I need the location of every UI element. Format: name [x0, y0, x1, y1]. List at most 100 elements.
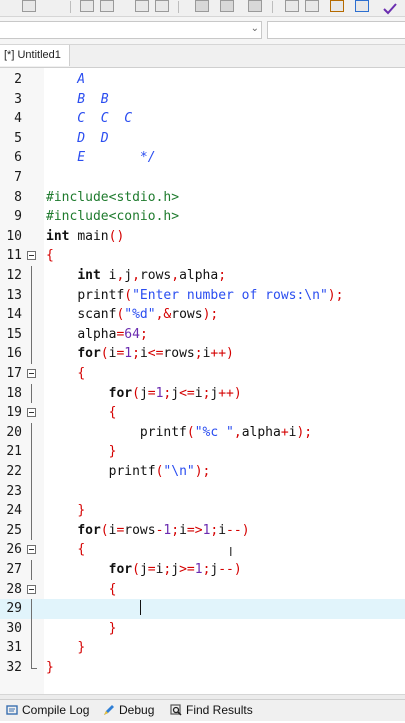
code-text: {	[108, 581, 117, 597]
code-line[interactable]: 11 {	[0, 246, 405, 266]
line-number: 22	[6, 464, 22, 479]
code-line[interactable]: 17 {	[0, 364, 405, 384]
code-line[interactable]: 5 D D	[0, 129, 405, 149]
fold-guide	[31, 462, 32, 482]
code-line[interactable]: 22 printf("\n");	[0, 462, 405, 482]
code-text: }	[77, 503, 86, 519]
tab-debug[interactable]: Debug	[103, 700, 154, 721]
code-line[interactable]: 18 for(j=1;j<=i;j++)	[0, 383, 405, 404]
code-line[interactable]: 13 printf("Enter number of rows:\n");	[0, 285, 405, 306]
code-text: for(j=i;j>=1;j--)	[108, 562, 242, 577]
mouse-ibeam-icon: I	[229, 545, 233, 559]
code-line[interactable]: 19 {	[0, 403, 405, 423]
member-combo[interactable]	[267, 21, 405, 39]
undo-icon[interactable]	[195, 0, 209, 12]
stop-icon[interactable]	[248, 0, 262, 12]
palette-icon[interactable]	[355, 0, 369, 12]
code-line[interactable]: 31 }	[0, 638, 405, 658]
tab-label: Find Results	[186, 703, 253, 717]
code-line[interactable]: 7	[0, 168, 405, 188]
code-line[interactable]: 15 alpha=64;	[0, 324, 405, 345]
line-number: 4	[14, 111, 22, 127]
toolbar-separator	[178, 1, 179, 13]
code-line[interactable]: 23	[0, 481, 405, 502]
code-text: printf("\n");	[108, 464, 211, 479]
fold-guide	[31, 501, 32, 521]
tab-compile-log[interactable]: Compile Log	[6, 700, 89, 721]
toolbar	[0, 0, 405, 17]
code-line[interactable]: 32}	[0, 658, 405, 678]
fold-toggle-icon[interactable]	[27, 369, 36, 378]
code-line[interactable]: 9 #include<conio.h>	[0, 207, 405, 227]
code-text: }	[108, 620, 117, 636]
line-number: 10	[6, 228, 22, 244]
code-line[interactable]: 6 E */	[0, 148, 405, 168]
line-number: 2	[14, 72, 22, 87]
line-number: 32	[6, 660, 22, 675]
fold-toggle-icon[interactable]	[27, 408, 36, 418]
code-line[interactable]: 14 scanf("%d",&rows);	[0, 305, 405, 325]
fold-guide	[31, 442, 32, 462]
code-line[interactable]: 2 A	[0, 70, 405, 90]
code-line[interactable]: 25 for(i=rows-1;i=>1;i--)	[0, 520, 405, 541]
code-line[interactable]: 10 int main()	[0, 227, 405, 247]
open-icon[interactable]	[80, 0, 94, 12]
editor-tab-bar: [*] Untitled1	[0, 45, 405, 68]
line-number: 11	[6, 248, 22, 264]
window-icon[interactable]	[305, 0, 319, 12]
fold-guide	[31, 305, 32, 325]
tab-find-results[interactable]: Find Results	[170, 700, 253, 721]
code-line[interactable]: 16 for(i=1;i<=rows;i++)	[0, 344, 405, 364]
code-line[interactable]: 27 for(j=i;j>=1;j--)	[0, 560, 405, 580]
grid-icon[interactable]	[285, 0, 299, 12]
save-icon[interactable]	[100, 0, 114, 12]
code-text: int main()	[46, 228, 125, 244]
line-number: 18	[6, 385, 22, 401]
code-line[interactable]: 20 printf("%c ",alpha+i);	[0, 422, 405, 443]
redo-icon[interactable]	[220, 0, 234, 12]
code-line[interactable]: 21 }	[0, 442, 405, 462]
code-text: int i,j,rows,alpha;	[77, 268, 227, 283]
code-editor[interactable]: 2 A3 B B4 C C C5 D D6 E */7 8 #include<std…	[0, 68, 405, 694]
fold-toggle-icon[interactable]	[27, 251, 36, 261]
compile-icon[interactable]	[22, 0, 36, 12]
code-text: alpha=64;	[77, 326, 148, 342]
code-line[interactable]: 12 int i,j,rows,alpha;	[0, 266, 405, 286]
code-text: E */	[46, 150, 156, 166]
code-line[interactable]: 29	[0, 599, 405, 619]
fold-end-icon	[31, 658, 37, 669]
code-line[interactable]: 26 {	[0, 540, 405, 560]
line-number: 14	[6, 307, 22, 323]
line-number: 13	[6, 287, 22, 303]
tab-label: Debug	[119, 703, 155, 717]
line-number: 3	[14, 91, 22, 107]
fold-guide	[31, 324, 32, 345]
line-number: 28	[6, 581, 22, 597]
class-combo[interactable]: ⌄	[0, 21, 262, 39]
line-number: 15	[6, 326, 22, 342]
fold-toggle-icon[interactable]	[27, 545, 36, 555]
code-line[interactable]: 8 #include<stdio.h>	[0, 188, 405, 208]
code-text: for(i=1;i<=rows;i++)	[77, 346, 234, 362]
line-number: 6	[14, 150, 22, 166]
fold-toggle-icon[interactable]	[27, 584, 36, 594]
code-line[interactable]: 3 B B	[0, 90, 405, 110]
print-icon[interactable]	[135, 0, 149, 12]
toolbar-separator	[70, 1, 71, 13]
code-line[interactable]: 28 {	[0, 580, 405, 600]
code-line[interactable]: 24 }	[0, 501, 405, 521]
chart-icon[interactable]	[330, 0, 344, 12]
check-icon[interactable]	[383, 0, 397, 15]
fold-guide	[31, 618, 32, 639]
line-number: 5	[14, 130, 22, 146]
code-text: }	[46, 660, 54, 675]
chevron-down-icon[interactable]: ⌄	[251, 23, 259, 34]
code-line[interactable]: 30 }	[0, 618, 405, 639]
fold-guide	[31, 520, 32, 541]
code-line[interactable]: 4 C C C	[0, 109, 405, 129]
tab-untitled1[interactable]: [*] Untitled1	[0, 45, 70, 66]
line-number: 20	[6, 424, 22, 440]
line-number: 16	[6, 346, 22, 362]
line-number: 25	[6, 522, 22, 538]
find-icon[interactable]	[155, 0, 169, 12]
